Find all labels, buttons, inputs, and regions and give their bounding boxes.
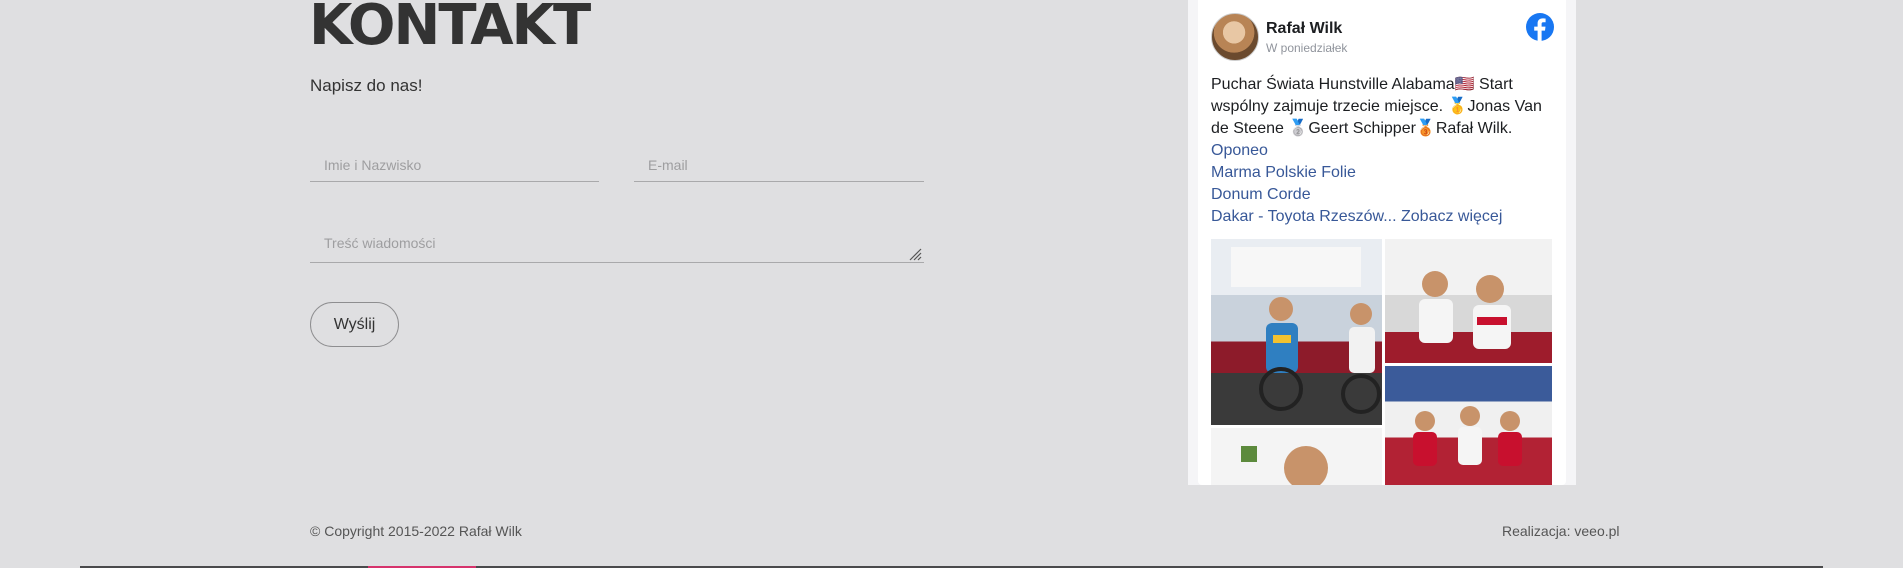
post-author[interactable]: Rafał Wilk — [1266, 20, 1342, 38]
post-links: Oponeo Marma Polskie Folie Donum Corde D… — [1211, 140, 1561, 228]
post-link-donum-corde[interactable]: Donum Corde — [1211, 184, 1561, 206]
facebook-widget: Rafał Wilk W poniedziałek Puchar Świata … — [1188, 0, 1576, 485]
post-photo[interactable] — [1385, 239, 1552, 363]
facebook-post: Rafał Wilk W poniedziałek Puchar Świata … — [1198, 0, 1566, 485]
resize-handle-icon[interactable] — [906, 245, 922, 261]
contact-subtitle: Napisz do nas! — [310, 76, 423, 95]
name-input[interactable] — [310, 148, 599, 182]
post-link-marma[interactable]: Marma Polskie Folie — [1211, 162, 1561, 184]
send-button[interactable]: Wyślij — [310, 302, 399, 347]
post-photo[interactable] — [1211, 239, 1382, 425]
page-title: KONTAKT — [309, 0, 591, 58]
message-textarea[interactable] — [310, 226, 924, 263]
post-text: Puchar Świata Hunstville Alabama🇺🇸 Start… — [1211, 76, 1542, 137]
post-link-see-more[interactable]: Dakar - Toyota Rzeszów... Zobacz więcej — [1211, 206, 1561, 228]
facebook-icon[interactable] — [1526, 13, 1554, 41]
copyright-text: © Copyright 2015-2022 Rafał Wilk — [310, 523, 522, 539]
post-date[interactable]: W poniedziałek — [1266, 41, 1347, 55]
post-photo[interactable] — [1385, 366, 1552, 485]
email-input[interactable] — [634, 148, 924, 182]
avatar[interactable] — [1211, 13, 1259, 61]
post-link-oponeo[interactable]: Oponeo — [1211, 140, 1561, 162]
credit-text: Realizacja: veeo.pl — [1502, 523, 1620, 539]
post-photo[interactable] — [1211, 428, 1382, 485]
